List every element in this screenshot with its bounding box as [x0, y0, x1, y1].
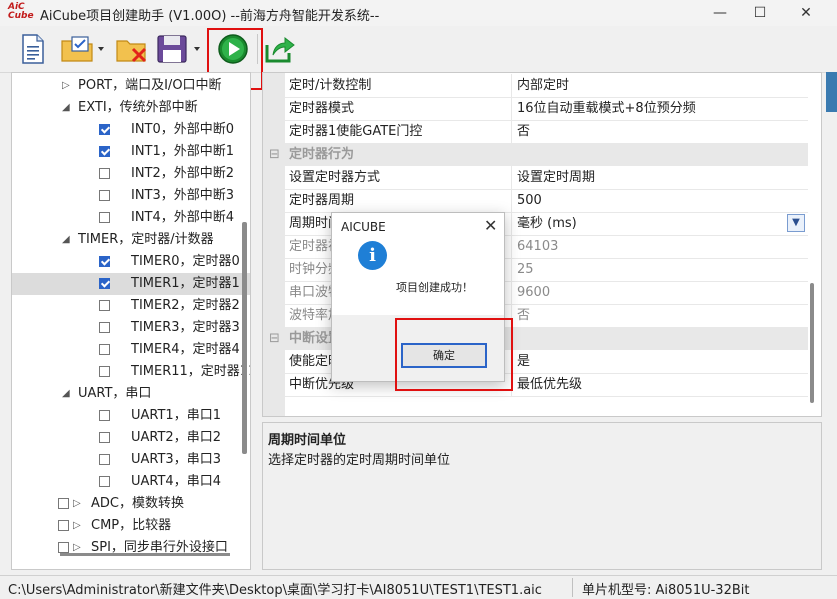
- prop-category[interactable]: ⊟ 定时器行为: [263, 143, 808, 166]
- tree-node-uart2[interactable]: UART2，串口2: [12, 427, 250, 449]
- expand-arrow-icon[interactable]: ▷: [73, 515, 83, 537]
- tree-node-timer[interactable]: ◢ TIMER，定时器/计数器: [12, 229, 250, 251]
- dialog-message: 项目创建成功！: [396, 281, 473, 294]
- tree-node-port[interactable]: ▷ PORT，端口及I/O口中断: [12, 75, 250, 97]
- description-title: 周期时间单位: [268, 433, 347, 448]
- timer4-checkbox[interactable]: [99, 344, 110, 355]
- prop-row[interactable]: 设置定时器方式 设置定时周期: [263, 166, 808, 190]
- int4-checkbox[interactable]: [99, 212, 110, 223]
- prop-row[interactable]: 定时器模式 16位自动重载模式+8位预分频: [263, 97, 808, 121]
- tree-node-cmp[interactable]: ▷ CMP，比较器: [12, 515, 250, 537]
- expand-arrow-icon[interactable]: ▷: [62, 75, 72, 97]
- int1-checkbox[interactable]: [99, 146, 110, 157]
- prop-row[interactable]: 定时器1使能GATE门控否: [263, 120, 808, 144]
- mcu-model: 单片机型号: Ai8051U-32Bit: [582, 583, 750, 598]
- property-description: 周期时间单位 选择定时器的定时周期时间单位: [262, 422, 822, 570]
- uart3-checkbox[interactable]: [99, 454, 110, 465]
- background-window-edge: [826, 72, 837, 112]
- tree-node-timer3[interactable]: TIMER3，定时器3: [12, 317, 250, 339]
- dropdown-arrow-icon[interactable]: ▼: [787, 214, 805, 232]
- delete-project-icon[interactable]: [115, 33, 149, 65]
- tree-node-timer2[interactable]: TIMER2，定时器2: [12, 295, 250, 317]
- close-window-button[interactable]: ✕: [783, 0, 829, 26]
- timer3-checkbox[interactable]: [99, 322, 110, 333]
- expand-arrow-icon[interactable]: ▷: [73, 493, 83, 515]
- title-bar: AiC Cube AiCube项目创建助手 (V1.00O) --前海方舟智能开发…: [0, 0, 837, 26]
- cmp-checkbox[interactable]: [58, 520, 69, 531]
- maximize-button[interactable]: ☐: [737, 0, 783, 26]
- uart2-checkbox[interactable]: [99, 432, 110, 443]
- uart1-checkbox[interactable]: [99, 410, 110, 421]
- spi-checkbox[interactable]: [58, 542, 69, 553]
- tree-node-uart1[interactable]: UART1，串口1: [12, 405, 250, 427]
- timer0-checkbox[interactable]: [99, 256, 110, 267]
- collapse-arrow-icon[interactable]: ◢: [62, 97, 72, 119]
- highlight-ok-box: [395, 318, 513, 391]
- prop-row[interactable]: 定时器周期 500: [263, 189, 808, 213]
- tree-node-int4[interactable]: INT4，外部中断4: [12, 207, 250, 229]
- project-path: C:\Users\Administrator\新建文件夹\Desktop\桌面\…: [8, 583, 542, 598]
- prop-row[interactable]: 定时/计数控制 内部定时: [263, 74, 808, 98]
- export-icon[interactable]: [264, 33, 296, 65]
- tree-node-uart[interactable]: ◢ UART，串口: [12, 383, 250, 405]
- tree-node-uart3[interactable]: UART3，串口3: [12, 449, 250, 471]
- tree-node-exti[interactable]: ◢ EXTI，传统外部中断: [12, 97, 250, 119]
- collapse-toggle-icon[interactable]: ⊟: [269, 327, 280, 350]
- tree-node-int1[interactable]: INT1，外部中断1: [12, 141, 250, 163]
- tree-node-timer0[interactable]: TIMER0，定时器0: [12, 251, 250, 273]
- adc-checkbox[interactable]: [58, 498, 69, 509]
- dialog-header: AICUBE ✕: [332, 213, 504, 243]
- description-text: 选择定时器的定时周期时间单位: [268, 453, 451, 468]
- collapse-toggle-icon[interactable]: ⊟: [269, 143, 280, 166]
- int0-checkbox[interactable]: [99, 124, 110, 135]
- peripheral-tree: ▷ PORT，端口及I/O口中断 ◢ EXTI，传统外部中断 INT0，外部中断0 …: [11, 72, 251, 570]
- uart4-checkbox[interactable]: [99, 476, 110, 487]
- status-bar: C:\Users\Administrator\新建文件夹\Desktop\桌面\…: [0, 575, 837, 599]
- tree-node-timer11[interactable]: TIMER11，定时器11: [12, 361, 250, 383]
- tree-node-uart4[interactable]: UART4，串口4: [12, 471, 250, 493]
- timer11-checkbox[interactable]: [99, 366, 110, 377]
- tree-node-int0[interactable]: INT0，外部中断0: [12, 119, 250, 141]
- info-icon: i: [358, 241, 387, 270]
- tree-node-timer1[interactable]: TIMER1，定时器1: [12, 273, 250, 295]
- tree-node-int3[interactable]: INT3，外部中断3: [12, 185, 250, 207]
- tree-vertical-scrollbar[interactable]: [242, 222, 247, 454]
- int2-checkbox[interactable]: [99, 168, 110, 179]
- property-vertical-scrollbar[interactable]: [810, 283, 814, 403]
- tree-node-int2[interactable]: INT2，外部中断2: [12, 163, 250, 185]
- timer1-checkbox[interactable]: [99, 278, 110, 289]
- save-icon[interactable]: [156, 33, 206, 65]
- collapse-arrow-icon[interactable]: ◢: [62, 229, 72, 251]
- tree-node-adc[interactable]: ▷ ADC，模数转换: [12, 493, 250, 515]
- app-logo: AiC Cube: [8, 2, 34, 21]
- open-project-icon[interactable]: [60, 33, 108, 65]
- collapse-arrow-icon[interactable]: ◢: [62, 383, 72, 405]
- new-file-icon[interactable]: [20, 33, 46, 65]
- tree-node-timer4[interactable]: TIMER4，定时器4: [12, 339, 250, 361]
- dialog-close-button[interactable]: ✕: [484, 216, 497, 235]
- tree-horizontal-scrollbar[interactable]: [60, 553, 230, 556]
- window-title: AiCube项目创建助手 (V1.00O) --前海方舟智能开发系统--: [40, 9, 380, 24]
- toolbar: [0, 26, 837, 73]
- int3-checkbox[interactable]: [99, 190, 110, 201]
- status-separator: [572, 578, 573, 597]
- timer2-checkbox[interactable]: [99, 300, 110, 311]
- dialog-title: AICUBE: [341, 220, 386, 234]
